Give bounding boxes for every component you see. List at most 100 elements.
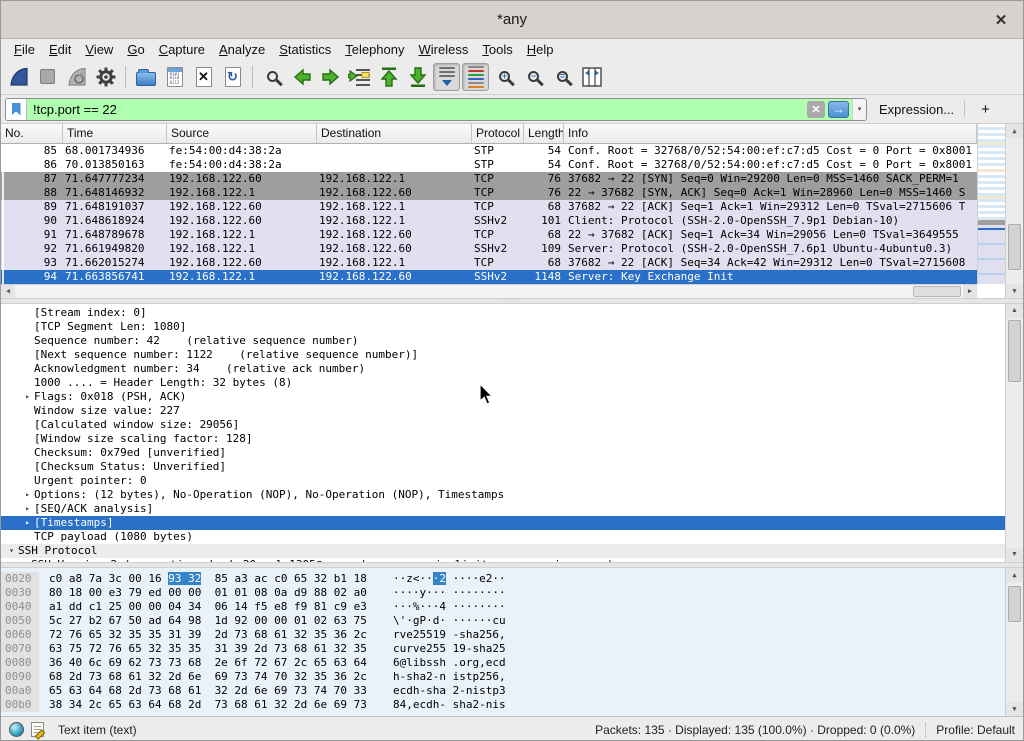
- capture-options-icon[interactable]: [92, 63, 119, 91]
- previous-packet-icon[interactable]: [288, 63, 315, 91]
- hex-ascii[interactable]: rve25519 -sha256,: [379, 628, 506, 642]
- collapsed-expander-icon[interactable]: ▸: [21, 502, 34, 516]
- packet-row[interactable]: 9171.648789678192.168.122.1192.168.122.6…: [1, 228, 977, 242]
- detail-line[interactable]: Window size value: 227: [1, 404, 1005, 418]
- zoom-in-icon[interactable]: +: [491, 63, 518, 91]
- collapsed-expander-icon[interactable]: ▸: [21, 488, 34, 502]
- detail-line[interactable]: [Calculated window size: 29056]: [1, 418, 1005, 432]
- hex-bytes[interactable]: c0 a8 7a 3c 00 16 93 32 85 a3 ac c0 65 3…: [39, 572, 379, 586]
- scroll-up-icon[interactable]: ▲: [1006, 568, 1023, 582]
- collapsed-expander-icon[interactable]: ▸: [21, 390, 34, 404]
- scroll-up-icon[interactable]: ▲: [1006, 304, 1023, 318]
- open-file-icon[interactable]: [132, 63, 159, 91]
- col-length[interactable]: Length: [524, 124, 564, 143]
- stop-capture-icon[interactable]: [34, 63, 61, 91]
- filter-bookmark-icon[interactable]: [6, 99, 27, 120]
- hex-bytes[interactable]: 5c 27 b2 67 50 ad 64 98 1d 92 00 00 01 0…: [39, 614, 379, 628]
- detail-line-selected[interactable]: ▸[Timestamps]: [1, 516, 1005, 530]
- hex-bytes[interactable]: 68 2d 73 68 61 32 2d 6e 69 73 74 70 32 3…: [39, 670, 379, 684]
- hex-bytes[interactable]: 65 63 64 68 2d 73 68 61 32 2d 6e 69 73 7…: [39, 684, 379, 698]
- detail-line[interactable]: Checksum: 0x79ed [unverified]: [1, 446, 1005, 460]
- zoom-out-icon[interactable]: −: [520, 63, 547, 91]
- hex-row[interactable]: 007063 75 72 76 65 32 35 35 31 39 2d 73 …: [1, 642, 1005, 656]
- hex-row[interactable]: 00b038 34 2c 65 63 64 68 2d 73 68 61 32 …: [1, 698, 1005, 712]
- start-capture-icon[interactable]: [5, 63, 32, 91]
- add-filter-button[interactable]: +: [975, 101, 996, 118]
- packet-row[interactable]: 8670.013850163fe:54:00:d4:38:2aSTP54Conf…: [1, 158, 977, 172]
- col-no[interactable]: No.: [1, 124, 63, 143]
- collapsed-expander-icon[interactable]: ▸: [18, 558, 31, 562]
- capture-comment-icon[interactable]: [31, 722, 44, 737]
- detail-line[interactable]: TCP payload (1080 bytes): [1, 530, 1005, 544]
- hex-row[interactable]: 0040a1 dd c1 25 00 00 04 34 06 14 f5 e8 …: [1, 600, 1005, 614]
- packet-row[interactable]: 8971.648191037192.168.122.60192.168.122.…: [1, 200, 977, 214]
- hex-bytes[interactable]: 63 75 72 76 65 32 35 35 31 39 2d 73 68 6…: [39, 642, 379, 656]
- hex-bytes[interactable]: 80 18 00 e3 79 ed 00 00 01 01 08 0a d9 8…: [39, 586, 379, 600]
- packet-list-header[interactable]: No. Time Source Destination Protocol Len…: [1, 124, 977, 144]
- col-info[interactable]: Info: [564, 124, 977, 143]
- packet-row[interactable]: 8771.647777234192.168.122.60192.168.122.…: [1, 172, 977, 186]
- scroll-down-icon[interactable]: ▼: [1006, 702, 1023, 716]
- menu-analyze[interactable]: Analyze: [212, 41, 272, 58]
- detail-line[interactable]: ▸Options: (12 bytes), No-Operation (NOP)…: [1, 488, 1005, 502]
- hex-ascii[interactable]: ···%···4 ········: [379, 600, 506, 614]
- hex-row[interactable]: 008036 40 6c 69 62 73 73 68 2e 6f 72 67 …: [1, 656, 1005, 670]
- colorize-icon[interactable]: [462, 63, 489, 91]
- detail-line[interactable]: 1000 .... = Header Length: 32 bytes (8): [1, 376, 1005, 390]
- hex-row[interactable]: 00505c 27 b2 67 50 ad 64 98 1d 92 00 00 …: [1, 614, 1005, 628]
- packet-row[interactable]: 8871.648146932192.168.122.1192.168.122.6…: [1, 186, 977, 200]
- intelligent-scrollbar-minimap[interactable]: [977, 124, 1005, 284]
- detail-line[interactable]: [Next sequence number: 1122 (relative se…: [1, 348, 1005, 362]
- hex-ascii[interactable]: ····y··· ········: [379, 586, 506, 600]
- packet-row[interactable]: 9071.648618924192.168.122.60192.168.122.…: [1, 214, 977, 228]
- detail-line[interactable]: ▾SSH Protocol: [1, 544, 1005, 558]
- go-to-packet-icon[interactable]: [346, 63, 373, 91]
- hex-row[interactable]: 009068 2d 73 68 61 32 2d 6e 69 73 74 70 …: [1, 670, 1005, 684]
- hex-ascii[interactable]: 84,ecdh- sha2-nis: [379, 698, 506, 712]
- expert-info-icon[interactable]: [9, 722, 24, 737]
- hex-row[interactable]: 0020c0 a8 7a 3c 00 16 93 32 85 a3 ac c0 …: [1, 572, 1005, 586]
- menu-wireless[interactable]: Wireless: [412, 41, 476, 58]
- packet-list-hscrollbar[interactable]: ◀ ▶: [1, 284, 977, 298]
- filter-dropdown-icon[interactable]: ▾: [852, 99, 866, 120]
- expanded-expander-icon[interactable]: ▾: [5, 544, 18, 558]
- scroll-left-icon[interactable]: ◀: [1, 285, 15, 298]
- hex-row[interactable]: 003080 18 00 e3 79 ed 00 00 01 01 08 0a …: [1, 586, 1005, 600]
- hex-bytes[interactable]: 72 76 65 32 35 35 31 39 2d 73 68 61 32 3…: [39, 628, 379, 642]
- collapsed-expander-icon[interactable]: ▸: [21, 516, 34, 530]
- scroll-up-icon[interactable]: ▲: [1006, 124, 1023, 138]
- detail-line[interactable]: Acknowledgment number: 34 (relative ack …: [1, 362, 1005, 376]
- detail-line[interactable]: [Checksum Status: Unverified]: [1, 460, 1005, 474]
- filter-value[interactable]: !tcp.port == 22: [27, 102, 807, 117]
- filter-clear-icon[interactable]: ✕: [807, 101, 825, 118]
- resize-columns-icon[interactable]: [578, 63, 605, 91]
- col-destination[interactable]: Destination: [317, 124, 472, 143]
- last-packet-icon[interactable]: [404, 63, 431, 91]
- hex-ascii[interactable]: 6@libssh .org,ecd: [379, 656, 506, 670]
- hex-vscrollbar[interactable]: ▲ ▼: [1005, 568, 1023, 716]
- detail-line[interactable]: [Stream index: 0]: [1, 306, 1005, 320]
- zoom-original-icon[interactable]: =: [549, 63, 576, 91]
- packet-list-vscrollbar[interactable]: ▲ ▼: [1005, 124, 1023, 298]
- auto-scroll-icon[interactable]: [433, 63, 460, 91]
- restart-capture-icon[interactable]: [63, 63, 90, 91]
- display-filter-input[interactable]: !tcp.port == 22 ✕ → ▾: [5, 98, 867, 121]
- hex-row[interactable]: 006072 76 65 32 35 35 31 39 2d 73 68 61 …: [1, 628, 1005, 642]
- hex-row[interactable]: 00a065 63 64 68 2d 73 68 61 32 2d 6e 69 …: [1, 684, 1005, 698]
- scroll-right-icon[interactable]: ▶: [963, 285, 977, 298]
- hex-ascii[interactable]: ··z<···2 ····e2··: [379, 572, 506, 586]
- scroll-down-icon[interactable]: ▼: [1006, 548, 1023, 562]
- menu-telephony[interactable]: Telephony: [338, 41, 411, 58]
- filter-apply-icon[interactable]: →: [828, 101, 849, 118]
- hex-ascii[interactable]: \'·gP·d· ······cu: [379, 614, 506, 628]
- first-packet-icon[interactable]: [375, 63, 402, 91]
- detail-line[interactable]: Sequence number: 42 (relative sequence n…: [1, 334, 1005, 348]
- detail-line[interactable]: ▸SSH Version 2 (encryption:chacha20-poly…: [1, 558, 1005, 562]
- detail-line[interactable]: ▸[SEQ/ACK analysis]: [1, 502, 1005, 516]
- hex-bytes[interactable]: 38 34 2c 65 63 64 68 2d 73 68 61 32 2d 6…: [39, 698, 379, 712]
- find-packet-icon[interactable]: [259, 63, 286, 91]
- menu-statistics[interactable]: Statistics: [272, 41, 338, 58]
- col-time[interactable]: Time: [63, 124, 167, 143]
- hex-ascii[interactable]: h-sha2-n istp256,: [379, 670, 506, 684]
- col-source[interactable]: Source: [167, 124, 317, 143]
